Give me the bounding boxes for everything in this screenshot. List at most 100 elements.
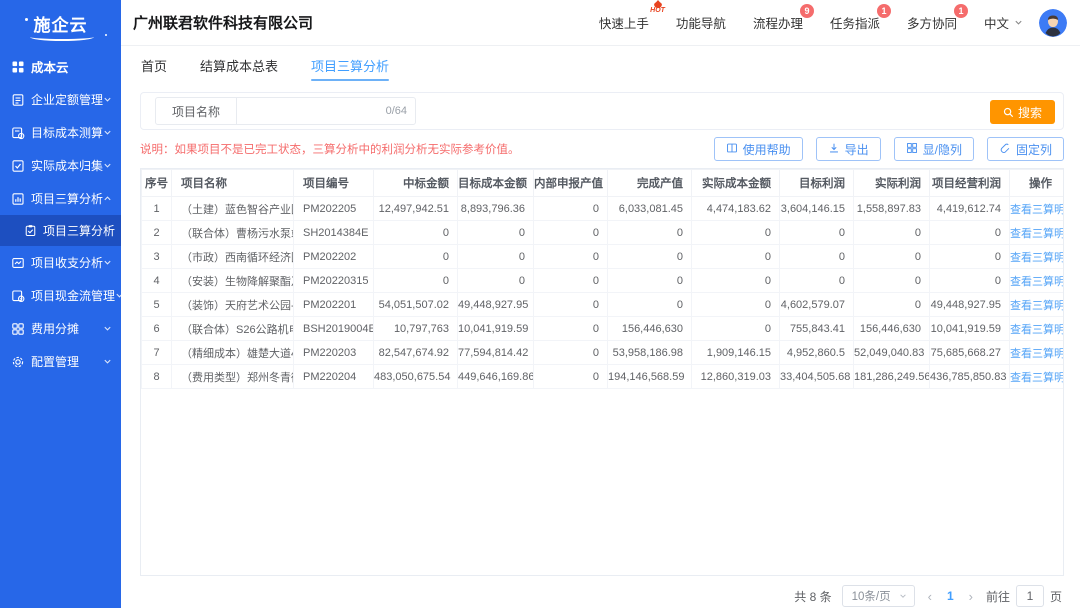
toolbar-button-label: 导出 xyxy=(845,141,869,158)
view-detail-link[interactable]: 查看三算明细 xyxy=(1010,324,1064,336)
toolbar-button-1[interactable]: 导出 xyxy=(816,137,881,161)
toolbar-button-0[interactable]: 使用帮助 xyxy=(714,137,803,161)
cell-5-2: BSH2019004E xyxy=(294,317,374,341)
chevron-down-icon xyxy=(103,95,112,104)
page-number-1[interactable]: 1 xyxy=(945,589,956,603)
cell-4-9: 0 xyxy=(854,293,930,317)
view-detail-link[interactable]: 查看三算明细 xyxy=(1010,276,1064,288)
sidebar-item-label: 实际成本归集 xyxy=(31,157,103,174)
sidebar-item-6[interactable]: 项目现金流管理 xyxy=(0,279,121,312)
income-expense-icon xyxy=(11,256,25,270)
action-cell: 查看三算明细 xyxy=(1010,341,1065,365)
sidebar-item-8[interactable]: 配置管理 xyxy=(0,345,121,378)
cell-7-2: PM220204 xyxy=(294,365,374,389)
action-cell: 查看三算明细 xyxy=(1010,317,1065,341)
cell-5-4: 10,041,919.59 xyxy=(458,317,534,341)
tab-1[interactable]: 结算成本总表 xyxy=(200,46,278,84)
column-header-6: 完成产值 xyxy=(608,170,692,197)
chevron-down-icon xyxy=(1014,18,1023,27)
topnav-item-4[interactable]: 多方协同1 xyxy=(907,13,957,32)
results-table-card: 序号项目名称项目编号中标金额目标成本金额内部申报产值完成产值实际成本金额目标利润… xyxy=(140,168,1064,576)
help-book-icon xyxy=(726,142,738,157)
app-logo[interactable]: 施企云 xyxy=(0,0,121,46)
topnav-item-0[interactable]: 快速上手HOT xyxy=(599,13,649,32)
page-size-select[interactable]: 10条/页 xyxy=(842,585,915,607)
project-name-input[interactable] xyxy=(245,104,382,118)
page-size-value: 10条/页 xyxy=(852,588,891,604)
column-header-10: 项目经营利润 xyxy=(930,170,1010,197)
toolbar-button-2[interactable]: 显/隐列 xyxy=(894,137,974,161)
sidebar-item-5[interactable]: 项目收支分析 xyxy=(0,246,121,279)
sidebar-item-1[interactable]: 企业定额管理 xyxy=(0,83,121,116)
toolbar-button-3[interactable]: 固定列 xyxy=(987,137,1064,161)
project-name-input-wrap: 0/64 xyxy=(237,98,415,124)
language-label: 中文 xyxy=(984,13,1009,32)
topnav-item-label: 快速上手 xyxy=(599,17,649,31)
cell-6-9: 52,049,040.83 xyxy=(854,341,930,365)
search-button-label: 搜索 xyxy=(1018,104,1042,121)
action-cell: 查看三算明细 xyxy=(1010,245,1065,269)
grid-icon xyxy=(11,60,25,74)
pagination-total: 共 8 条 xyxy=(794,588,831,605)
sidebar-item-7[interactable]: 费用分摊 xyxy=(0,312,121,345)
cell-7-8: 33,404,505.68 xyxy=(780,365,854,389)
next-page-button[interactable]: › xyxy=(966,589,976,604)
cell-3-3: 0 xyxy=(374,269,458,293)
cell-6-3: 82,547,674.92 xyxy=(374,341,458,365)
tab-2[interactable]: 项目三算分析 xyxy=(311,46,389,84)
sidebar-item-4[interactable]: 项目三算分析 xyxy=(0,182,121,215)
sidebar-subitem-label: 项目三算分析 xyxy=(43,222,115,239)
topnav-item-label: 任务指派 xyxy=(830,17,880,31)
chevron-down-icon xyxy=(103,258,112,267)
cell-7-10: 436,785,850.83 xyxy=(930,365,1010,389)
sidebar-item-3[interactable]: 实际成本归集 xyxy=(0,149,121,182)
cell-3-8: 0 xyxy=(780,269,854,293)
search-button[interactable]: 搜索 xyxy=(990,100,1055,124)
action-cell: 查看三算明细 xyxy=(1010,293,1065,317)
sidebar-item-2[interactable]: 目标成本测算 xyxy=(0,116,121,149)
view-detail-link[interactable]: 查看三算明细 xyxy=(1010,372,1064,384)
cell-1-10: 0 xyxy=(930,221,1010,245)
cell-2-10: 0 xyxy=(930,245,1010,269)
cell-0-3: 12,497,942.51 xyxy=(374,197,458,221)
chevron-down-icon xyxy=(103,357,112,366)
topnav-item-2[interactable]: 流程办理9 xyxy=(753,13,803,32)
app-logo-text: 施企云 xyxy=(34,11,88,36)
goto-page-input[interactable] xyxy=(1016,585,1044,607)
view-detail-link[interactable]: 查看三算明细 xyxy=(1010,228,1064,240)
table-row-6: 7（精细成本）雄楚大道4#...PM22020382,547,674.9277,… xyxy=(142,341,1065,365)
user-avatar[interactable] xyxy=(1039,9,1067,37)
view-detail-link[interactable]: 查看三算明细 xyxy=(1010,252,1064,264)
view-detail-link[interactable]: 查看三算明细 xyxy=(1010,300,1064,312)
column-header-5: 内部申报产值 xyxy=(534,170,608,197)
cell-0-8: 3,604,146.15 xyxy=(780,197,854,221)
cell-5-7: 0 xyxy=(692,317,780,341)
action-cell: 查看三算明细 xyxy=(1010,221,1065,245)
cell-0-10: 4,419,612.74 xyxy=(930,197,1010,221)
cell-3-9: 0 xyxy=(854,269,930,293)
sidebar-item-label: 项目现金流管理 xyxy=(31,287,115,304)
cell-5-5: 0 xyxy=(534,317,608,341)
analysis-doc-icon xyxy=(11,192,25,206)
sidebar-subitem-4-0[interactable]: 项目三算分析 xyxy=(0,215,121,246)
sidebar-item-0[interactable]: 成本云 xyxy=(0,50,121,83)
topnav-item-3[interactable]: 任务指派1 xyxy=(830,13,880,32)
view-detail-link[interactable]: 查看三算明细 xyxy=(1010,204,1064,216)
table-row-3: 4（安装）生物降解聚酯及其...PM2022031500000000查看三算明细 xyxy=(142,269,1065,293)
cell-5-6: 156,446,630 xyxy=(608,317,692,341)
view-detail-link[interactable]: 查看三算明细 xyxy=(1010,348,1064,360)
notification-badge: 9 xyxy=(800,4,814,18)
cell-1-9: 0 xyxy=(854,221,930,245)
prev-page-button[interactable]: ‹ xyxy=(925,589,935,604)
tab-0[interactable]: 首页 xyxy=(141,46,167,84)
cell-2-1: （市政）西南循环经济园B... xyxy=(172,245,294,269)
topnav-item-1[interactable]: 功能导航 xyxy=(676,13,726,32)
column-header-0: 序号 xyxy=(142,170,172,197)
cell-4-2: PM202201 xyxy=(294,293,374,317)
cell-0-7: 4,474,183.62 xyxy=(692,197,780,221)
cell-5-0: 6 xyxy=(142,317,172,341)
language-selector[interactable]: 中文 xyxy=(984,13,1023,32)
column-header-7: 实际成本金额 xyxy=(692,170,780,197)
cell-2-4: 0 xyxy=(458,245,534,269)
cell-4-10: 49,448,927.95 xyxy=(930,293,1010,317)
